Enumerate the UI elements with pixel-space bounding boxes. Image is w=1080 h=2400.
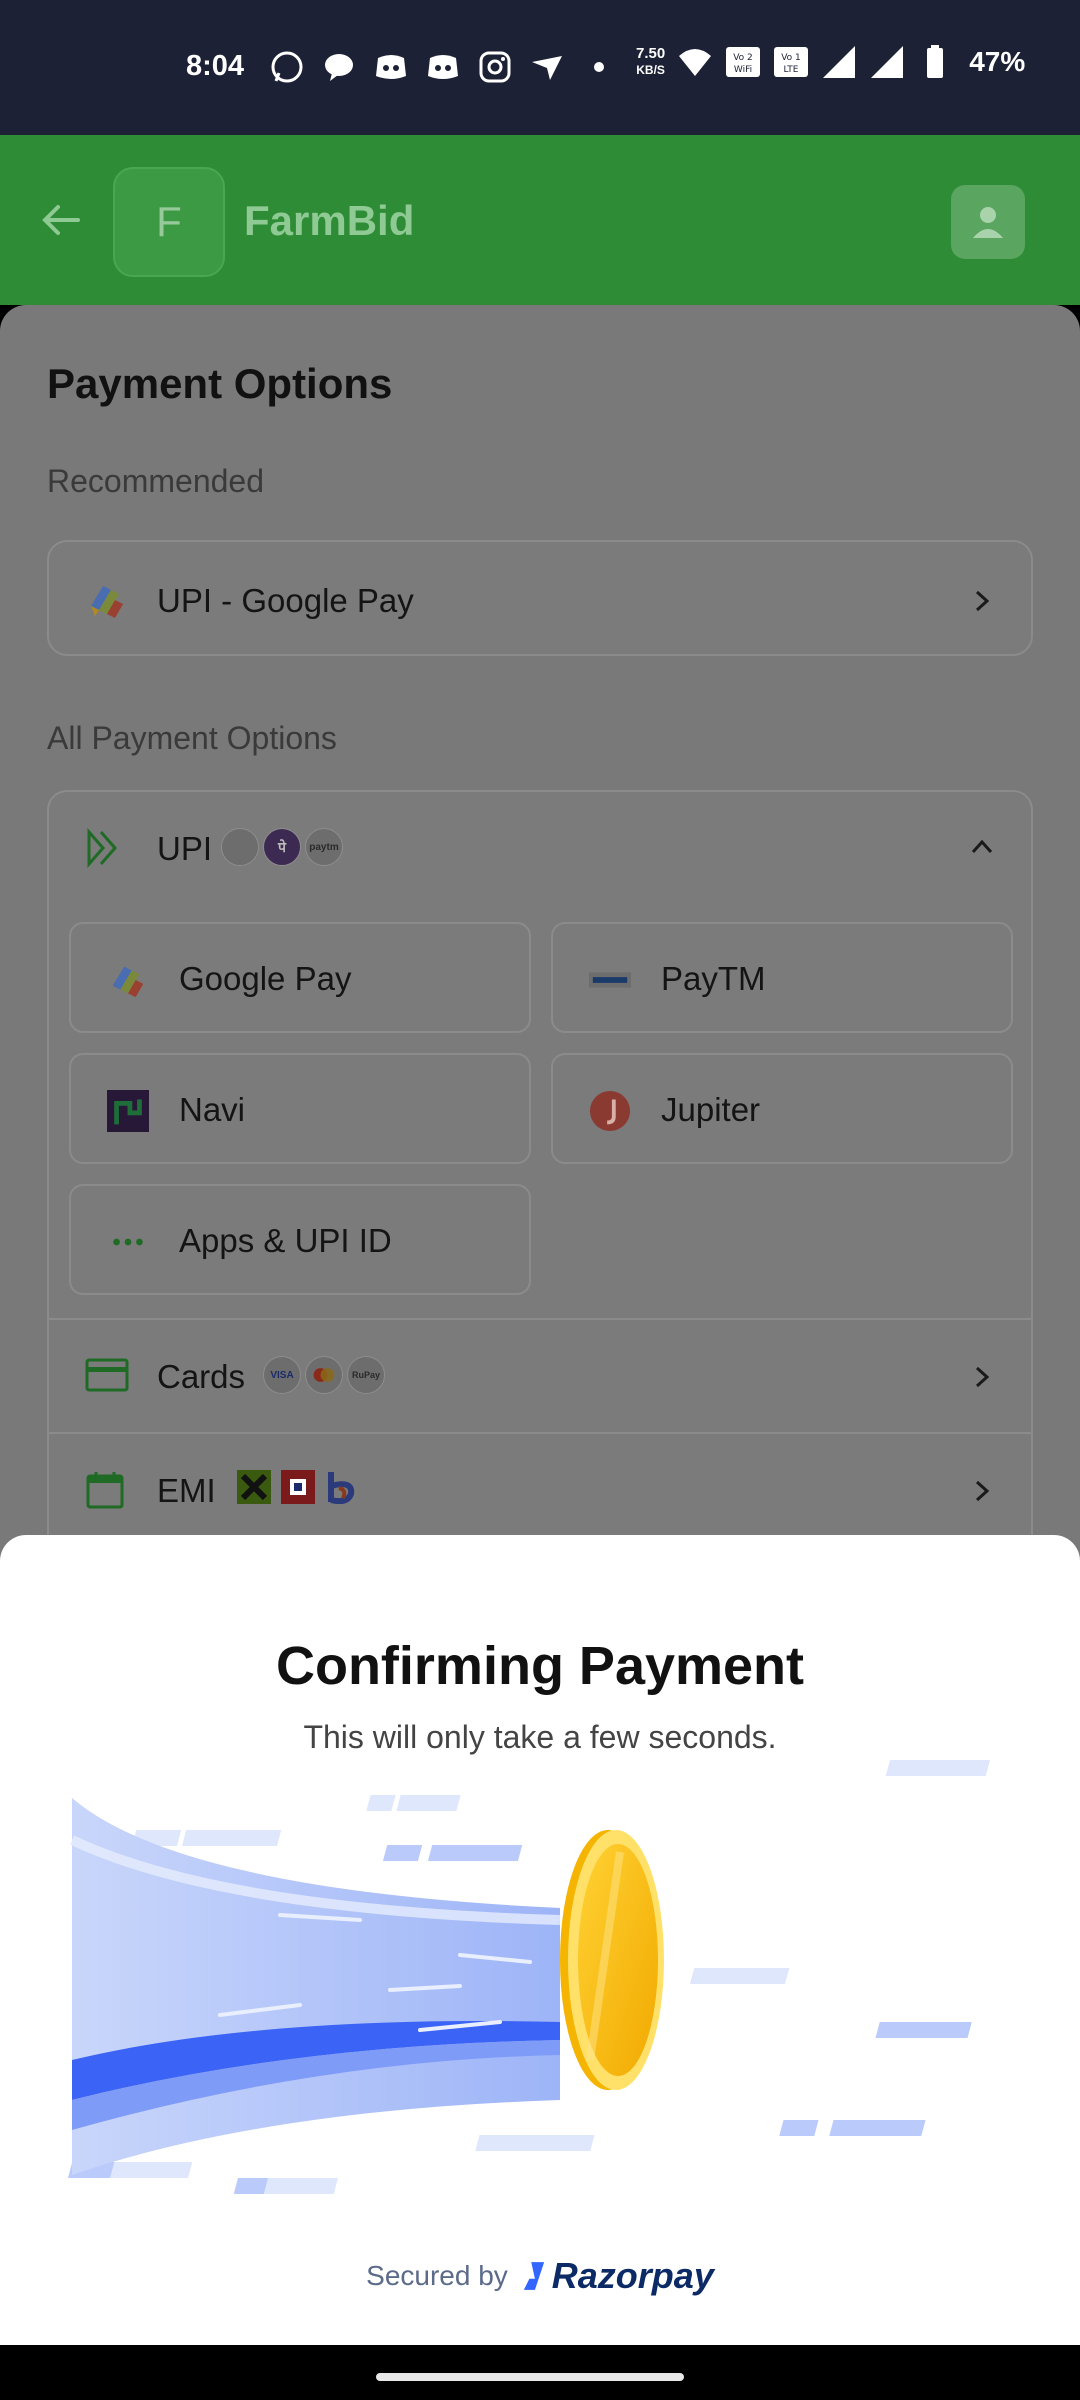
whatsapp-icon xyxy=(268,48,306,86)
app-title: FarmBid xyxy=(244,197,415,244)
upi-app-label: Jupiter xyxy=(661,1091,761,1128)
chevron-right-icon xyxy=(975,1366,990,1388)
back-arrow-icon[interactable] xyxy=(38,197,84,243)
rupay-icon: RuPay xyxy=(347,1356,385,1394)
upi-app-label: Navi xyxy=(179,1091,246,1128)
calendar-icon xyxy=(86,1472,124,1509)
user-icon xyxy=(973,207,1003,238)
wifi-icon xyxy=(677,44,713,80)
upi-app-label: PayTM xyxy=(661,960,766,997)
system-icons: 7.50 KB/S Vo 2 WiFi Vo 1 LTE 47% xyxy=(636,44,1025,80)
modal-subtitle: This will only take a few seconds. xyxy=(303,1719,777,1755)
secured-by-razorpay: Secured by Razorpay xyxy=(0,2255,1080,2297)
discord-icon xyxy=(424,48,462,86)
navi-icon xyxy=(107,1090,149,1132)
discord-icon xyxy=(372,48,410,86)
upi-app-paytm[interactable]: PayTM xyxy=(551,922,1013,1033)
razorpay-mark-icon xyxy=(523,2262,544,2290)
svg-text:Vo 1: Vo 1 xyxy=(781,53,801,63)
all-payment-options-card: UPI पे paytm Google Pay PayTM Navi Jupit… xyxy=(47,790,1033,1620)
upi-mini-logos: पे paytm xyxy=(221,828,343,866)
signal-icon xyxy=(821,44,857,80)
cards-label: Cards xyxy=(157,1358,246,1395)
google-pay-icon xyxy=(112,966,144,998)
upi-label: UPI xyxy=(157,830,213,867)
hdfc-bank-icon xyxy=(281,1470,315,1504)
upi-app-navi[interactable]: Navi xyxy=(69,1053,531,1164)
confirming-payment-modal: Confirming Payment This will only take a… xyxy=(0,1535,1080,2345)
jupiter-icon xyxy=(589,1090,631,1132)
app-logo: F xyxy=(113,167,225,277)
chevron-right-icon xyxy=(975,590,990,612)
recommended-item-label: UPI - Google Pay xyxy=(157,582,414,619)
net-speed-unit: KB/S xyxy=(636,63,665,77)
profile-avatar[interactable] xyxy=(951,185,1025,259)
credit-card-icon xyxy=(85,1358,129,1392)
send-icon xyxy=(528,48,566,86)
chevron-up-icon xyxy=(971,839,993,854)
svg-text:Vo 2: Vo 2 xyxy=(733,53,753,63)
secured-by-label: Secured by xyxy=(366,2260,508,2291)
paytm-icon xyxy=(589,972,631,988)
volte-badge-icon: Vo 1 LTE xyxy=(773,44,809,80)
bobcard-icon xyxy=(328,1472,355,1504)
status-time: 8:04 xyxy=(186,50,245,82)
status-bar: 8:04 7.50 KB/S Vo 2 WiFi Vo 1 LTE 47% xyxy=(0,0,1080,135)
google-pay-icon xyxy=(91,586,123,618)
notification-icons xyxy=(268,48,618,86)
payment-options-sheet: Payment Options Recommended UPI - Google… xyxy=(0,305,1080,1620)
instagram-icon xyxy=(476,48,514,86)
upi-section-header[interactable]: UPI पे paytm xyxy=(49,792,1031,902)
vowifi-badge-icon: Vo 2 WiFi xyxy=(725,44,761,80)
emi-label: EMI xyxy=(157,1472,216,1509)
razorpay-brand-text: Razorpay xyxy=(551,2255,714,2296)
svg-text:LTE: LTE xyxy=(784,65,799,75)
battery-icon xyxy=(917,44,953,80)
cards-option[interactable]: Cards VISA RuPay xyxy=(49,1320,1031,1432)
google-pay-mini-icon xyxy=(221,828,259,866)
mastercard-icon xyxy=(305,1356,343,1394)
more-dots-icon xyxy=(113,1238,143,1246)
all-payment-options-label: All Payment Options xyxy=(47,720,337,756)
chat-icon xyxy=(320,48,358,86)
upi-app-google-pay[interactable]: Google Pay xyxy=(69,922,531,1033)
upi-app-label: Google Pay xyxy=(179,960,352,997)
signal-icon xyxy=(869,44,905,80)
razorpay-logo: Razorpay xyxy=(522,2255,714,2297)
emi-option[interactable]: EMI xyxy=(49,1434,1031,1546)
app-header: F FarmBid xyxy=(0,135,1080,305)
upi-app-jupiter[interactable]: Jupiter xyxy=(551,1053,1013,1164)
visa-icon: VISA xyxy=(263,1356,301,1394)
card-network-logos: VISA RuPay xyxy=(263,1356,385,1394)
emi-bank-logos xyxy=(237,1470,359,1504)
chevron-right-icon xyxy=(975,1480,990,1502)
net-speed-value: 7.50 xyxy=(636,45,666,62)
upi-icon xyxy=(87,828,117,868)
payment-processing-illustration xyxy=(67,1760,990,2194)
upi-app-label: Apps & UPI ID xyxy=(179,1222,392,1259)
home-indicator[interactable] xyxy=(376,2373,684,2381)
battery-percent: 47% xyxy=(969,46,1026,77)
recommended-label: Recommended xyxy=(47,463,264,499)
modal-title: Confirming Payment xyxy=(275,1636,805,1696)
svg-text:WiFi: WiFi xyxy=(734,65,752,75)
dot-icon xyxy=(580,48,618,86)
net-speed: 7.50 KB/S xyxy=(636,46,665,78)
bank-logo-icon xyxy=(237,1470,271,1504)
upi-app-apps-and-upi-id[interactable]: Apps & UPI ID xyxy=(69,1184,531,1295)
paytm-mini-icon: paytm xyxy=(305,828,343,866)
recommended-upi-google-pay[interactable]: UPI - Google Pay xyxy=(47,540,1033,656)
phonepe-mini-icon: पे xyxy=(263,828,301,866)
payment-options-title: Payment Options xyxy=(47,360,393,407)
